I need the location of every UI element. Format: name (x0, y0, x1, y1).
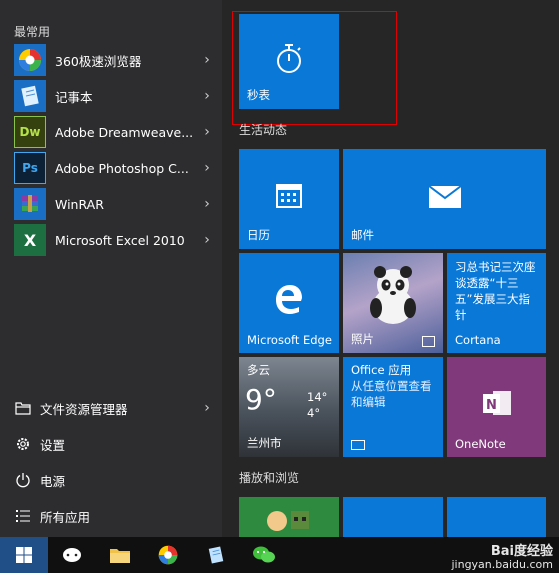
360-browser-icon (158, 545, 178, 565)
section-play-heading: 播放和浏览 (239, 471, 300, 485)
tile-office[interactable]: Office 应用 从任意位置查看和编辑 (343, 357, 443, 457)
tile-label: Cortana (455, 333, 501, 347)
photoshop-icon: Ps (14, 152, 46, 184)
chevron-right-icon[interactable]: › (200, 400, 214, 416)
app-item-photoshop[interactable]: Ps Adobe Photoshop C... › (14, 151, 214, 185)
taskbar-wechat[interactable] (240, 537, 288, 573)
sys-item-all-apps[interactable]: 所有应用 (14, 501, 214, 531)
app-item-dreamweaver[interactable]: Dw Adobe Dreamweave... › (14, 115, 214, 149)
tile-cortana[interactable]: 习总书记三次座谈透露“十三五”发展三大指针 Cortana (447, 253, 546, 353)
tile-label: OneNote (455, 437, 506, 451)
app-label: 记事本 (55, 89, 93, 105)
wechat-icon (253, 546, 275, 563)
power-icon (14, 471, 32, 489)
onenote-icon: N (447, 387, 546, 419)
notepad-icon (14, 80, 46, 112)
dreamweaver-icon: Dw (14, 116, 46, 148)
taskbar-file-explorer[interactable] (96, 537, 144, 573)
app-item-notepad[interactable]: 记事本 › (14, 79, 214, 113)
sys-label: 设置 (40, 437, 66, 453)
chevron-right-icon[interactable]: › (200, 124, 214, 140)
tile-label: 邮件 (351, 228, 374, 242)
app-item-winrar[interactable]: WinRAR › (14, 187, 214, 221)
chevron-right-icon[interactable]: › (200, 160, 214, 176)
start-menu-left-pane: 最常用 360极速浏览器 › 记事本 › Dw Adobe Dreamweave… (0, 0, 222, 537)
avatar-icon (239, 505, 339, 537)
tile-label: 日历 (247, 228, 270, 242)
app-item-360-browser[interactable]: 360极速浏览器 › (14, 43, 214, 77)
chevron-right-icon[interactable]: › (200, 232, 214, 248)
photos-icon (422, 336, 435, 347)
sys-label: 文件资源管理器 (40, 401, 128, 417)
chevron-right-icon[interactable]: › (200, 52, 214, 68)
app-label: Microsoft Excel 2010 (55, 232, 185, 248)
tile-xbox[interactable] (239, 497, 339, 537)
taskbar-chat-app[interactable] (48, 537, 96, 573)
taskbar-360-browser[interactable] (144, 537, 192, 573)
app-label: Adobe Dreamweave... (55, 124, 194, 140)
tile-movies[interactable] (447, 497, 546, 537)
cortana-news-text: 习总书记三次座谈透露“十三五”发展三大指针 (455, 260, 536, 322)
office-title: Office 应用 (351, 363, 412, 377)
taskbar-notepad[interactable] (192, 537, 240, 573)
weather-city: 兰州市 (247, 436, 282, 450)
winrar-icon (14, 188, 46, 220)
baidu-jingyan-watermark: Bai度经验 jingyan.baidu.com (451, 545, 553, 571)
highlight-box (232, 11, 397, 125)
most-used-heading: 最常用 (14, 25, 51, 39)
app-label: WinRAR (55, 196, 104, 212)
tile-edge[interactable]: Microsoft Edge (239, 253, 339, 353)
weather-condition: 多云 (247, 363, 270, 377)
gear-icon (14, 435, 32, 453)
app-item-excel[interactable]: X Microsoft Excel 2010 › (14, 223, 214, 257)
sys-item-settings[interactable]: 设置 (14, 429, 214, 459)
tile-onenote[interactable]: N OneNote (447, 357, 546, 457)
sys-label: 电源 (40, 473, 66, 489)
weather-high: 14° (307, 390, 328, 404)
section-life-heading: 生活动态 (239, 123, 288, 137)
svg-text:N: N (486, 398, 497, 413)
chevron-right-icon[interactable]: › (200, 196, 214, 212)
edge-icon (239, 283, 339, 315)
360-browser-icon (14, 44, 46, 76)
app-label: 360极速浏览器 (55, 53, 142, 69)
chevron-right-icon[interactable]: › (200, 88, 214, 104)
tile-groove[interactable] (343, 497, 443, 537)
chat-bubble-icon (63, 548, 81, 562)
sys-item-power[interactable]: 电源 (14, 465, 214, 495)
tile-photos[interactable]: 照片 (343, 253, 443, 353)
tile-label: Microsoft Edge (247, 333, 332, 347)
sys-label: 所有应用 (40, 509, 91, 525)
weather-low: 4° (307, 406, 321, 420)
calendar-icon (239, 181, 339, 209)
folder-icon (110, 549, 130, 563)
watermark-brand: Bai度经验 (490, 544, 553, 559)
watermark-url: jingyan.baidu.com (451, 558, 553, 571)
app-label: Adobe Photoshop C... (55, 160, 189, 176)
file-explorer-icon (14, 399, 32, 417)
mail-icon (343, 185, 546, 209)
windows-logo-icon (16, 547, 32, 563)
office-icon (351, 440, 365, 450)
start-button[interactable] (0, 537, 48, 573)
panda-image (343, 261, 443, 331)
tile-label: 照片 (351, 332, 374, 346)
sys-item-file-explorer[interactable]: 文件资源管理器 › (14, 393, 214, 423)
office-description: 从任意位置查看和编辑 (351, 379, 432, 409)
weather-temp: 9° (245, 383, 277, 416)
all-apps-icon (14, 507, 32, 525)
tile-calendar[interactable]: 日历 (239, 149, 339, 249)
notepad-icon (208, 546, 224, 564)
tile-mail[interactable]: 邮件 (343, 149, 546, 249)
excel-icon: X (14, 224, 46, 256)
tile-weather[interactable]: 多云 9° 14° 4° 兰州市 (239, 357, 339, 457)
